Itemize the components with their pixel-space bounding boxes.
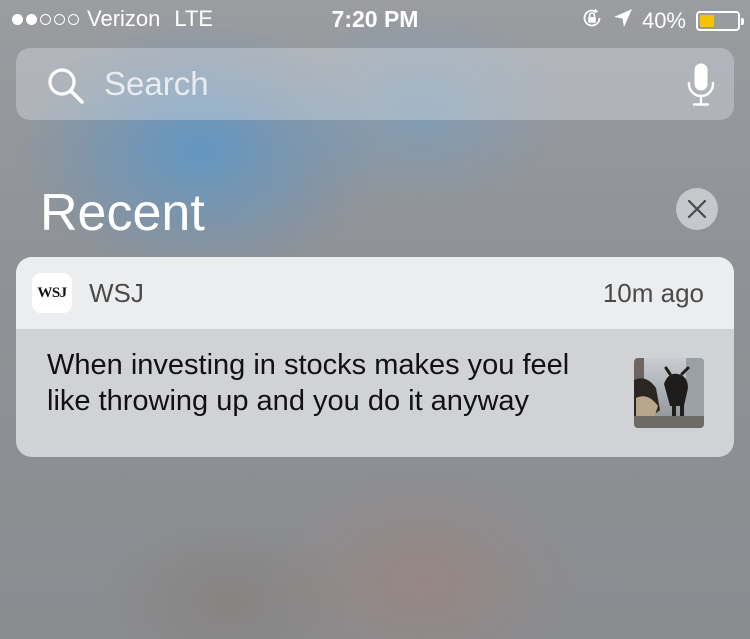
notification-card[interactable]: WSJ WSJ 10m ago When investing in stocks… bbox=[16, 257, 734, 457]
battery-level-fill bbox=[700, 15, 715, 27]
notification-app-name: WSJ bbox=[89, 278, 144, 308]
status-right: 40% bbox=[580, 6, 744, 36]
microphone-icon[interactable] bbox=[686, 62, 716, 113]
close-icon bbox=[687, 199, 707, 219]
recent-section-title: Recent bbox=[40, 184, 205, 242]
search-bar[interactable] bbox=[16, 48, 734, 120]
battery-tip bbox=[741, 18, 744, 25]
battery-icon bbox=[696, 11, 744, 31]
clear-recent-button[interactable] bbox=[676, 188, 718, 230]
location-arrow-icon bbox=[612, 7, 634, 35]
search-input[interactable] bbox=[104, 48, 664, 120]
wsj-app-icon: WSJ bbox=[32, 273, 72, 313]
search-icon bbox=[46, 66, 86, 111]
status-bar: Verizon LTE 7:20 PM 40% bbox=[0, 0, 750, 40]
notification-header: WSJ WSJ 10m ago bbox=[16, 257, 734, 329]
rotation-lock-icon bbox=[580, 6, 604, 36]
notification-message: When investing in stocks makes you feel … bbox=[47, 349, 570, 417]
notification-time: 10m ago bbox=[602, 278, 704, 308]
battery-percent: 40% bbox=[641, 8, 686, 33]
notification-thumbnail bbox=[634, 358, 704, 428]
